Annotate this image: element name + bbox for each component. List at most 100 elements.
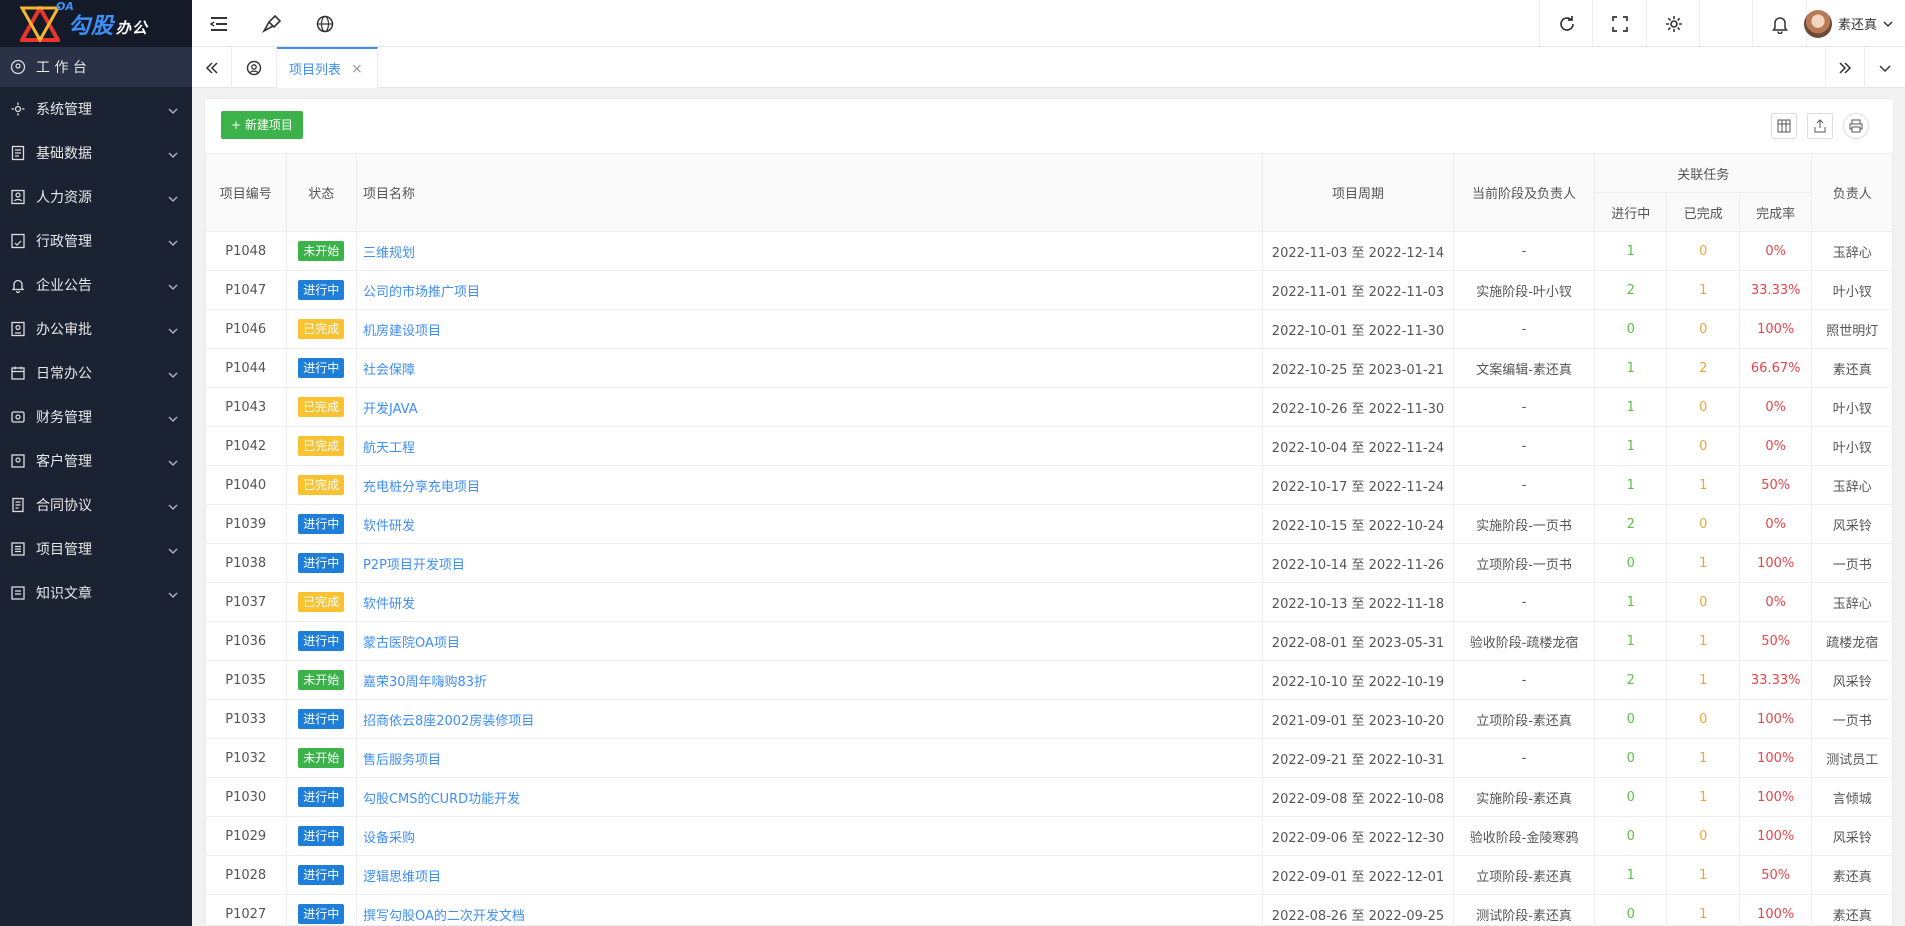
new-project-button[interactable]: + 新建项目 bbox=[221, 111, 303, 139]
project-name-link[interactable]: 设备采购 bbox=[355, 816, 1263, 856]
tab-home[interactable] bbox=[232, 47, 277, 88]
table-row[interactable]: P1035 未开始 嘉荣30周年嗨购83折 2022-10-10 至 2022-10-… bbox=[205, 660, 1893, 700]
settings-button[interactable] bbox=[1647, 0, 1700, 47]
table-row[interactable]: P1038 进行中 P2P项目开发项目 2022-10-14 至 2022-11-26… bbox=[205, 543, 1893, 583]
print-button[interactable] bbox=[1843, 113, 1869, 139]
double-chevron-right-icon bbox=[1839, 61, 1852, 74]
header-status[interactable]: 状态 bbox=[285, 153, 357, 232]
cell-stage: 立项阶段-一页书 bbox=[1453, 543, 1596, 583]
table-row[interactable]: P1044 进行中 社会保障 2022-10-25 至 2023-01-21 文案编辑-… bbox=[205, 348, 1893, 388]
header-period[interactable]: 项目周期 bbox=[1261, 153, 1455, 232]
user-menu[interactable]: 素还真 bbox=[1803, 0, 1893, 47]
cell-stage: 文案编辑-素还真 bbox=[1453, 348, 1596, 388]
header-done[interactable]: 已完成 bbox=[1666, 192, 1740, 232]
sidebar-item-menu-4[interactable]: 行政管理 bbox=[0, 219, 192, 263]
sidebar-item-menu-10[interactable]: 合同协议 bbox=[0, 483, 192, 527]
sidebar-item-menu-6[interactable]: 办公审批 bbox=[0, 307, 192, 351]
table-row[interactable]: P1030 进行中 勾股CMS的CURD功能开发 2022-09-08 至 2022-… bbox=[205, 777, 1893, 817]
cell-rate: 33.33% bbox=[1738, 270, 1813, 310]
project-name-link[interactable]: 公司的市场推广项目 bbox=[355, 270, 1263, 310]
project-name-link[interactable]: 勾股CMS的CURD功能开发 bbox=[355, 777, 1263, 817]
tab-options-button[interactable] bbox=[1865, 47, 1905, 88]
sidebar-item-menu-5[interactable]: 企业公告 bbox=[0, 263, 192, 307]
refresh-button[interactable] bbox=[1540, 0, 1593, 47]
table-row[interactable]: P1048 未开始 三维规划 2022-11-03 至 2022-12-14-1 0 0%… bbox=[205, 231, 1893, 271]
table-row[interactable]: P1036 进行中 蒙古医院OA项目 2022-08-01 至 2023-05-31 验… bbox=[205, 621, 1893, 661]
cell-period: 2022-10-14 至 2022-11-26 bbox=[1261, 543, 1455, 583]
sidebar-item-workbench[interactable]: 工 作 台 bbox=[0, 47, 192, 87]
project-name-link[interactable]: 蒙古医院OA项目 bbox=[355, 621, 1263, 661]
cell-period: 2022-09-08 至 2022-10-08 bbox=[1261, 777, 1455, 817]
table-row[interactable]: P1028 进行中 逻辑思维项目 2022-09-01 至 2022-12-01 立项阶… bbox=[205, 855, 1893, 895]
project-name-link[interactable]: 软件研发 bbox=[355, 582, 1263, 622]
project-name-link[interactable]: 航天工程 bbox=[355, 426, 1263, 466]
cell-rate: 100% bbox=[1738, 816, 1813, 856]
header-owner[interactable]: 负责人 bbox=[1811, 153, 1893, 232]
project-name-link[interactable]: 机房建设项目 bbox=[355, 309, 1263, 349]
sidebar-item-menu-1[interactable]: 系统管理 bbox=[0, 87, 192, 131]
logo[interactable]: OA 勾股 办公 bbox=[0, 0, 192, 47]
cell-done: 1 bbox=[1666, 855, 1740, 895]
table-row[interactable]: P1027 进行中 撰写勾股OA的二次开发文档 2022-08-26 至 2022-… bbox=[205, 894, 1893, 926]
sidebar-item-menu-9[interactable]: 客户管理 bbox=[0, 439, 192, 483]
sidebar-item-menu-11[interactable]: 项目管理 bbox=[0, 527, 192, 571]
cell-status: 进行中 bbox=[285, 816, 357, 856]
table-row[interactable]: P1039 进行中 软件研发 2022-10-15 至 2022-10-24 实施阶段-… bbox=[205, 504, 1893, 544]
sidebar-item-menu-2[interactable]: 基础数据 bbox=[0, 131, 192, 175]
table-row[interactable]: P1032 未开始 售后服务项目 2022-09-21 至 2022-10-31-0 1… bbox=[205, 738, 1893, 778]
sidebar-item-menu-12[interactable]: 知识文章 bbox=[0, 571, 192, 615]
tab-scroll-left-button[interactable] bbox=[192, 47, 232, 88]
header-name[interactable]: 项目名称 bbox=[355, 153, 1263, 232]
project-name-link[interactable]: 充电桩分享充电项目 bbox=[355, 465, 1263, 505]
table-row[interactable]: P1042 已完成 航天工程 2022-10-04 至 2022-11-24-1 0 0%… bbox=[205, 426, 1893, 466]
cell-done: 1 bbox=[1666, 660, 1740, 700]
cell-code: P1032 bbox=[205, 738, 287, 778]
header-in-progress[interactable]: 进行中 bbox=[1594, 192, 1668, 232]
project-name-link[interactable]: 招商依云8座2002房装修项目 bbox=[355, 699, 1263, 739]
status-badge: 已完成 bbox=[298, 475, 345, 495]
tab-close-icon[interactable]: × bbox=[351, 61, 363, 77]
cell-in-progress: 0 bbox=[1594, 894, 1668, 926]
cell-stage: 验收阶段-疏楼龙宿 bbox=[1453, 621, 1596, 661]
clear-cache-button[interactable] bbox=[245, 0, 298, 47]
menu-toggle-button[interactable] bbox=[192, 0, 245, 47]
status-badge: 进行中 bbox=[298, 865, 345, 885]
cell-code: P1043 bbox=[205, 387, 287, 427]
header-code[interactable]: 项目编号 bbox=[205, 153, 287, 232]
tab-scroll-right-button[interactable] bbox=[1825, 47, 1865, 88]
project-name-link[interactable]: 撰写勾股OA的二次开发文档 bbox=[355, 894, 1263, 926]
table-row[interactable]: P1029 进行中 设备采购 2022-09-06 至 2022-12-30 验收阶段-… bbox=[205, 816, 1893, 856]
table-row[interactable]: P1040 已完成 充电桩分享充电项目 2022-10-17 至 2022-11-24… bbox=[205, 465, 1893, 505]
table-row[interactable]: P1046 已完成 机房建设项目 2022-10-01 至 2022-11-30-0 0… bbox=[205, 309, 1893, 349]
table-row[interactable]: P1047 进行中 公司的市场推广项目 2022-11-01 至 2022-11-03… bbox=[205, 270, 1893, 310]
website-button[interactable] bbox=[298, 0, 351, 47]
table-row[interactable]: P1033 进行中 招商依云8座2002房装修项目 2021-09-01 至 2023… bbox=[205, 699, 1893, 739]
project-name-link[interactable]: 逻辑思维项目 bbox=[355, 855, 1263, 895]
cell-done: 0 bbox=[1666, 816, 1740, 856]
table-row[interactable]: P1043 已完成 开发JAVA 2022-10-26 至 2022-11-30-1… bbox=[205, 387, 1893, 427]
cell-in-progress: 1 bbox=[1594, 855, 1668, 895]
fullscreen-button[interactable] bbox=[1593, 0, 1646, 47]
cell-stage: 验收阶段-金陵寒鸦 bbox=[1453, 816, 1596, 856]
project-name-link[interactable]: 社会保障 bbox=[355, 348, 1263, 388]
export-button[interactable] bbox=[1807, 113, 1833, 139]
project-name-link[interactable]: 开发JAVA bbox=[355, 387, 1263, 427]
sidebar-item-menu-7[interactable]: 日常办公 bbox=[0, 351, 192, 395]
cell-code: P1028 bbox=[205, 855, 287, 895]
project-name-link[interactable]: 嘉荣30周年嗨购83折 bbox=[355, 660, 1263, 700]
project-name-link[interactable]: 三维规划 bbox=[355, 231, 1263, 271]
project-name-link[interactable]: P2P项目开发项目 bbox=[355, 543, 1263, 583]
sidebar-item-menu-8[interactable]: 财务管理 bbox=[0, 395, 192, 439]
project-name-link[interactable]: 软件研发 bbox=[355, 504, 1263, 544]
status-badge: 进行中 bbox=[298, 280, 345, 300]
project-name-link[interactable]: 售后服务项目 bbox=[355, 738, 1263, 778]
tab-project-list[interactable]: 项目列表 × bbox=[277, 47, 378, 88]
sidebar-item-menu-3[interactable]: 人力资源 bbox=[0, 175, 192, 219]
cell-in-progress: 0 bbox=[1594, 816, 1668, 856]
table-row[interactable]: P1037 已完成 软件研发 2022-10-13 至 2022-11-18-1 0 0%… bbox=[205, 582, 1893, 622]
avatar bbox=[1803, 9, 1832, 38]
header-stage[interactable]: 当前阶段及负责人 bbox=[1453, 153, 1596, 232]
notification-button[interactable] bbox=[1753, 0, 1806, 47]
column-filter-button[interactable] bbox=[1771, 113, 1797, 139]
header-rate[interactable]: 完成率 bbox=[1738, 192, 1813, 232]
